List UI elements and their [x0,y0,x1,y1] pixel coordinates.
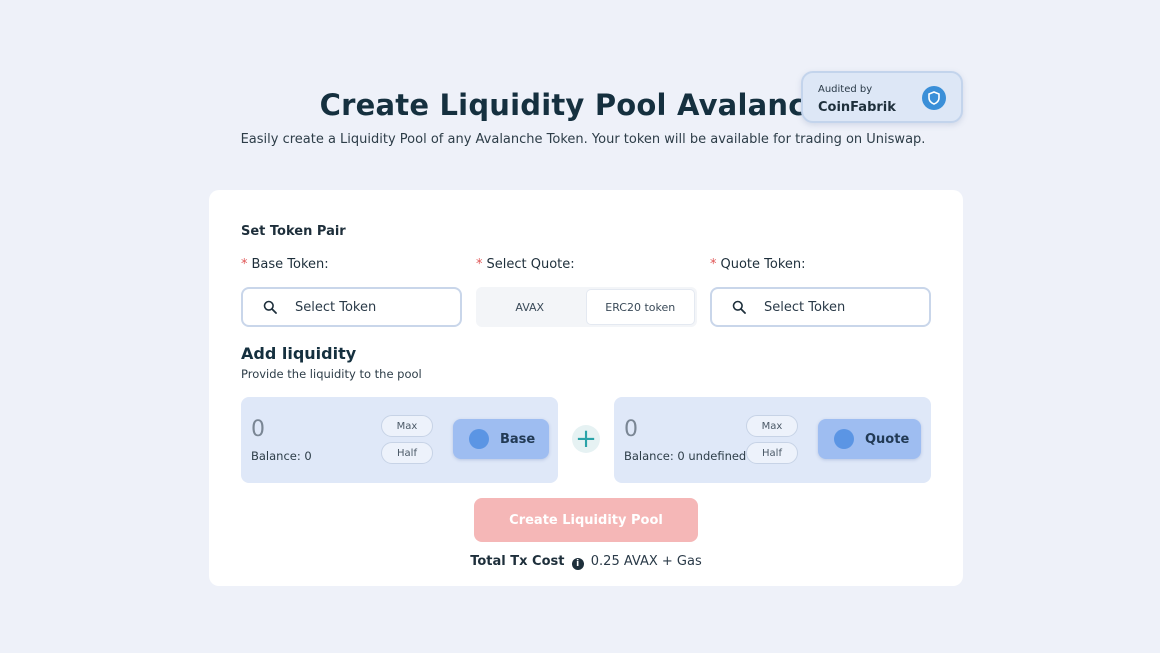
quote-option-erc20[interactable]: ERC20 token [585,289,695,325]
total-tx-cost: Total Tx Cost i 0.25 AVAX + Gas [209,554,963,570]
tx-cost-label: Total Tx Cost [470,554,565,569]
base-token-button[interactable]: Base [453,419,549,459]
audit-badge[interactable]: Audited by CoinFabrik [801,71,963,123]
add-liquidity-heading: Add liquidity [241,344,357,363]
quote-type-toggle[interactable]: AVAX ERC20 token [476,287,697,327]
search-icon [732,300,746,314]
base-max-button[interactable]: Max [381,415,433,437]
quote-token-select[interactable]: Select Token [710,287,931,327]
section-title-token-pair: Set Token Pair [241,224,346,239]
base-token-button-label: Base [500,431,536,447]
add-liquidity-description: Provide the liquidity to the pool [241,367,422,381]
quote-token-button[interactable]: Quote [818,419,921,459]
quote-option-avax[interactable]: AVAX [476,287,584,327]
tx-cost-value: 0.25 AVAX + Gas [590,554,702,569]
quote-token-placeholder: Select Token [764,299,846,315]
token-logo-icon [834,429,854,449]
page-title: Create Liquidity Pool Avalanche [319,88,847,122]
quote-max-button[interactable]: Max [746,415,798,437]
base-amount-input[interactable]: 0 [251,417,265,442]
quote-liquidity-panel: 0 Balance: 0 undefined Max Half Quote [614,397,931,483]
info-icon[interactable]: i [571,558,584,570]
required-mark: * [241,257,248,272]
audit-label: Audited by [818,84,873,95]
base-balance: Balance: 0 [251,449,312,463]
required-mark: * [476,257,483,272]
pool-form-card: Set Token Pair * Base Token: * Select Quot… [209,190,963,586]
base-token-select[interactable]: Select Token [241,287,462,327]
quote-half-button[interactable]: Half [746,442,798,464]
auditor-name: CoinFabrik [818,100,896,115]
token-logo-icon [469,429,489,449]
quote-token-button-label: Quote [865,431,910,447]
base-token-placeholder: Select Token [295,299,377,315]
required-mark: * [710,257,717,272]
base-token-label: * Base Token: [241,257,329,272]
shield-icon [922,86,946,110]
create-liquidity-pool-button[interactable]: Create Liquidity Pool [474,498,698,542]
search-icon [263,300,277,314]
quote-balance: Balance: 0 undefined [624,449,747,463]
quote-amount-input[interactable]: 0 [624,417,638,442]
base-half-button[interactable]: Half [381,442,433,464]
page-subtitle: Easily create a Liquidity Pool of any Av… [240,132,926,147]
base-liquidity-panel: 0 Balance: 0 Max Half Base [241,397,558,483]
plus-icon: + [572,425,600,453]
quote-token-label: * Quote Token: [710,257,806,272]
select-quote-label: * Select Quote: [476,257,575,272]
